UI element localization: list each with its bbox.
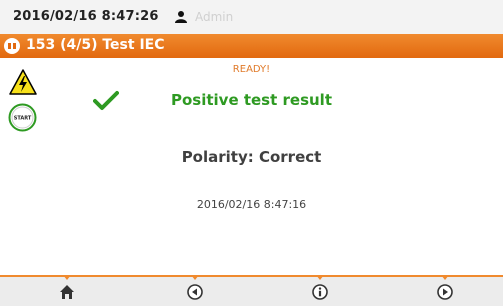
forward-button[interactable]	[395, 277, 495, 306]
status-bar: 2016/02/16 8:47:26 Admin	[0, 0, 503, 34]
user-icon	[175, 11, 187, 23]
info-icon	[312, 283, 328, 300]
ready-status: READY!	[232, 64, 271, 75]
bottom-nav-bar	[0, 275, 503, 306]
forward-icon	[437, 283, 453, 300]
plug-icon	[4, 38, 20, 54]
polarity-result: Polarity: Correct	[181, 148, 322, 166]
title-bar: 153 (4/5) Test IEC	[0, 34, 503, 58]
info-button[interactable]	[270, 277, 370, 306]
result-message: Positive test result	[170, 91, 332, 109]
start-label: START	[14, 116, 32, 122]
home-icon	[60, 284, 74, 299]
home-button[interactable]	[17, 277, 117, 306]
back-icon	[187, 283, 203, 300]
back-button[interactable]	[145, 277, 245, 306]
page-title: 153 (4/5) Test IEC	[26, 37, 165, 53]
user-name: Admin	[195, 10, 234, 24]
result-timestamp: 2016/02/16 8:47:16	[196, 198, 307, 211]
datetime: 2016/02/16 8:47:26	[13, 9, 159, 24]
